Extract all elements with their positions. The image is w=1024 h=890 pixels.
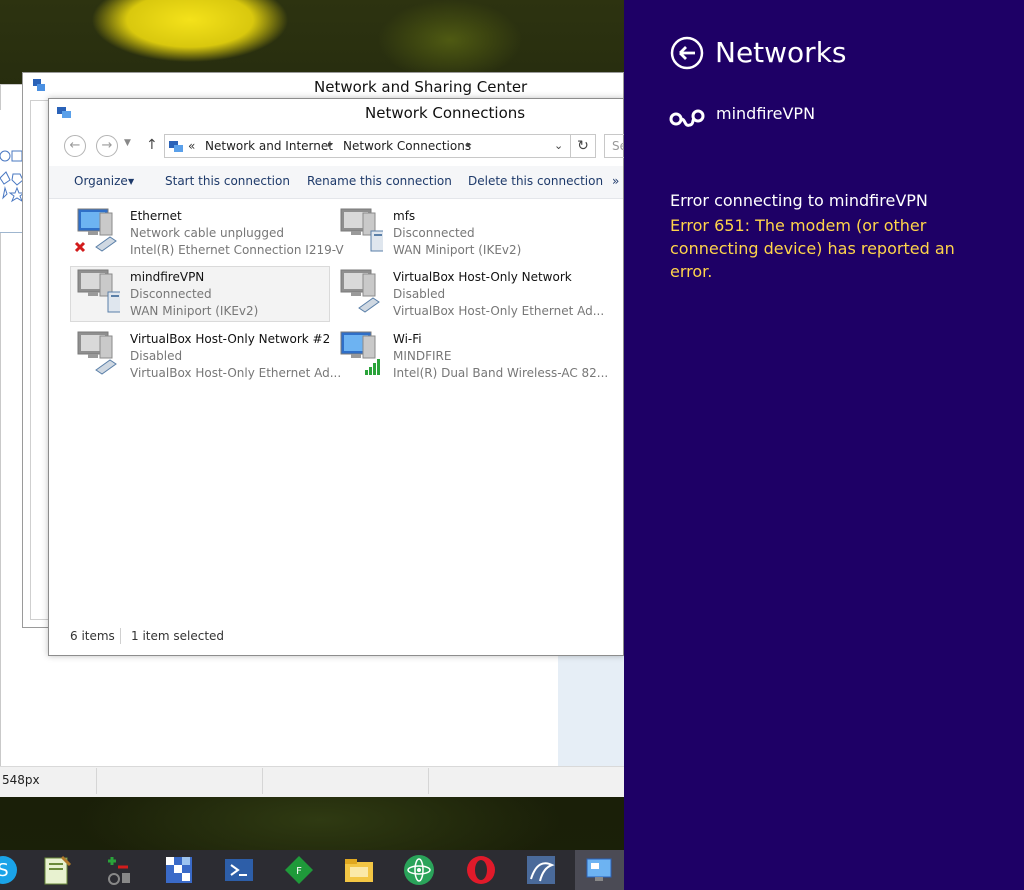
address-overflow[interactable]: «	[188, 139, 195, 153]
connection-status: Disabled	[393, 287, 446, 301]
connection-item-virtualbox[interactable]: VirtualBox Host-Only Network Disabled Vi…	[393, 270, 604, 318]
connection-device: VirtualBox Host-Only Ethernet Ad...	[393, 304, 605, 318]
connection-status: MINDFIRE	[393, 349, 452, 363]
connection-device: WAN Miniport (IKEv2)	[130, 304, 259, 318]
breadcrumb-chevron-icon[interactable]: ▸	[467, 140, 472, 150]
delete-connection-button[interactable]: Delete this connection	[468, 174, 603, 188]
control-panel-icon[interactable]	[583, 853, 617, 887]
background-app-status-text: 548px	[2, 773, 40, 787]
connection-item-mfs[interactable]: mfs Disconnected WAN Miniport (IKEv2)	[393, 209, 521, 257]
network-folder-icon	[169, 141, 183, 152]
start-connection-button[interactable]: Start this connection	[165, 174, 290, 188]
connection-name: VirtualBox Host-Only Network #2	[130, 332, 331, 346]
background-app-canvas	[558, 656, 624, 766]
selection-count: 1 item selected	[131, 629, 225, 643]
ethernet-disabled-icon	[77, 331, 117, 375]
wifi-signal-icon	[340, 331, 380, 375]
connection-status: Disconnected	[393, 226, 475, 240]
connection-name: Wi-Fi	[393, 332, 422, 346]
vpn-connection-name[interactable]: mindfireVPN	[716, 104, 815, 123]
connection-item-virtualbox-2[interactable]: VirtualBox Host-Only Network #2 Disabled…	[130, 332, 341, 380]
connection-item-mindfirevpn[interactable]: mindfireVPN Disconnected WAN Miniport (I…	[130, 270, 258, 318]
forward-button[interactable]: →	[96, 135, 118, 157]
connection-device: Intel(R) Dual Band Wireless-AC 82...	[393, 366, 609, 380]
breadcrumb-network-connections[interactable]: Network Connections	[343, 139, 471, 153]
ftp-app-icon[interactable]: F	[282, 853, 316, 887]
connection-item-ethernet[interactable]: Ethernet Network cable unplugged Intel(R…	[130, 209, 344, 257]
atom-editor-icon[interactable]	[402, 853, 436, 887]
connection-item-wifi[interactable]: Wi-Fi MINDFIRE Intel(R) Dual Band Wirele…	[393, 332, 608, 380]
up-button[interactable]: ↑	[146, 137, 158, 153]
more-commands-button[interactable]: »	[612, 174, 619, 188]
connection-device: VirtualBox Host-Only Ethernet Ad...	[130, 366, 342, 380]
breadcrumb-network-internet[interactable]: Network and Internet	[205, 139, 333, 153]
powershell-icon[interactable]	[222, 853, 256, 887]
status-divider	[120, 628, 121, 644]
opera-icon[interactable]	[464, 853, 498, 887]
ethernet-disabled-icon	[340, 269, 380, 313]
status-divider	[262, 768, 263, 794]
connection-name: mindfireVPN	[130, 270, 205, 284]
status-divider	[96, 768, 97, 794]
file-explorer-icon[interactable]	[342, 853, 376, 887]
recent-locations-dropdown[interactable]: ▼	[124, 138, 131, 148]
organize-button[interactable]: Organize	[74, 174, 128, 188]
svg-text:F: F	[296, 866, 302, 877]
item-count: 6 items	[70, 629, 115, 643]
ethernet-disconnected-icon	[74, 208, 117, 253]
git-icon[interactable]	[100, 853, 134, 887]
mysql-workbench-icon[interactable]	[524, 853, 558, 887]
rename-connection-button[interactable]: Rename this connection	[307, 174, 452, 188]
table-app-icon[interactable]	[162, 853, 196, 887]
vpn-link-icon	[669, 109, 705, 127]
connection-name: Ethernet	[130, 209, 182, 223]
connection-status: Network cable unplugged	[130, 226, 285, 240]
back-arrow-icon[interactable]	[670, 36, 704, 70]
background-app-status-bar	[0, 766, 624, 797]
notepad-plus-icon[interactable]	[40, 853, 74, 887]
sharing-center-title: Network and Sharing Center	[314, 78, 528, 96]
breadcrumb-chevron-icon[interactable]: ▸	[328, 140, 333, 150]
back-button[interactable]: ←	[64, 135, 86, 157]
window-title: Network Connections	[365, 104, 526, 122]
connection-status: Disconnected	[130, 287, 212, 301]
skype-icon[interactable]: S	[0, 853, 20, 887]
vpn-connection-icon	[77, 269, 120, 313]
connection-name: mfs	[393, 209, 416, 223]
connection-name: VirtualBox Host-Only Network	[393, 270, 572, 284]
error-message: Error 651: The modem (or other connectin…	[670, 216, 955, 281]
refresh-button[interactable]: ↻	[570, 135, 595, 157]
connection-status: Disabled	[130, 349, 183, 363]
charm-title: Networks	[715, 36, 847, 69]
status-divider	[428, 768, 429, 794]
address-dropdown-icon[interactable]: ⌄	[554, 139, 563, 152]
connection-device: Intel(R) Ethernet Connection I219-V	[130, 243, 344, 257]
svg-text:S: S	[0, 860, 9, 881]
organize-chevron-down-icon[interactable]: ▼	[128, 177, 134, 186]
error-heading: Error connecting to mindfireVPN	[670, 191, 928, 210]
background-app-shapes-panel	[0, 110, 24, 233]
network-window-icon	[33, 79, 45, 91]
network-connections-icon	[57, 107, 71, 118]
connection-device: WAN Miniport (IKEv2)	[393, 243, 522, 257]
networks-charm-pane	[624, 0, 1024, 890]
